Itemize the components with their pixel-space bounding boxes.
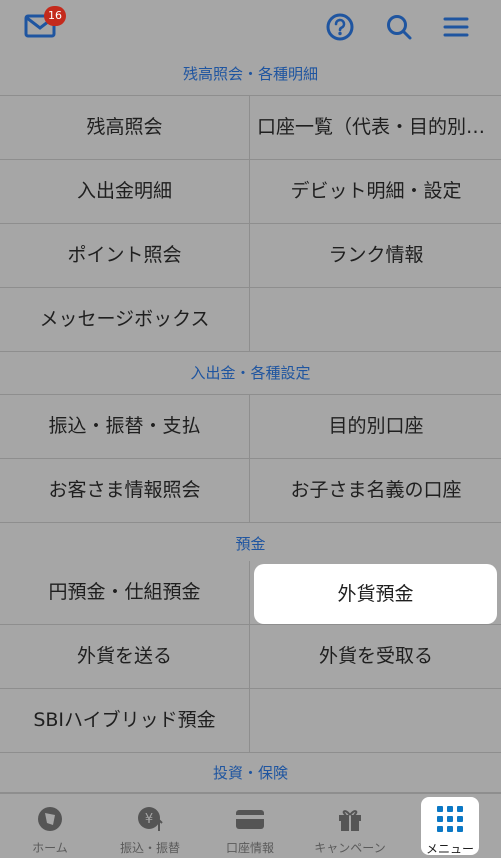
- card-icon: [235, 806, 265, 832]
- menu-row: お客さま情報照会 お子さま名義の口座: [0, 459, 501, 523]
- menu-item-points[interactable]: ポイント照会: [0, 224, 250, 287]
- menu-item-purpose-accounts[interactable]: 目的別口座: [251, 395, 501, 458]
- menu-row: 入出金明細 デビット明細・設定: [0, 160, 501, 224]
- tab-account-info[interactable]: 口座情報: [200, 794, 300, 858]
- menu-item-debit-details[interactable]: デビット明細・設定: [251, 160, 501, 223]
- menu-item-empty: [251, 689, 501, 752]
- top-bar: 16: [0, 0, 501, 53]
- hamburger-menu-icon[interactable]: [441, 12, 471, 42]
- menu-item-yen-deposit[interactable]: 円預金・仕組預金: [0, 561, 250, 624]
- menu-item-child-account[interactable]: お子さま名義の口座: [251, 459, 501, 522]
- menu-item-send-foreign-currency[interactable]: 外貨を送る: [0, 625, 250, 688]
- section-header-deposits: 預金: [0, 523, 501, 566]
- home-icon: [35, 806, 65, 832]
- menu-item-deposit-withdrawal-details[interactable]: 入出金明細: [0, 160, 250, 223]
- menu-item-account-list[interactable]: 口座一覧（代表・目的別口座）: [251, 96, 501, 159]
- section-header-balance: 残高照会・各種明細: [0, 53, 501, 96]
- notification-badge: 16: [44, 6, 66, 26]
- menu-item-transfer[interactable]: 振込・振替・支払: [0, 395, 250, 458]
- section-header-investment: 投資・保険: [0, 753, 501, 793]
- svg-text:¥: ¥: [145, 812, 153, 827]
- grid-menu-icon: [436, 805, 464, 833]
- menu-item-empty: [251, 288, 501, 351]
- tab-label: メニュー: [425, 842, 474, 856]
- menu-row: SBIハイブリッド預金: [0, 689, 501, 753]
- tab-label: ホーム: [32, 841, 68, 855]
- section-header-transfers: 入出金・各種設定: [0, 352, 501, 395]
- menu-item-rank-info[interactable]: ランク情報: [251, 224, 501, 287]
- menu-row: 振込・振替・支払 目的別口座: [0, 395, 501, 459]
- menu-item-foreign-currency-deposit[interactable]: 外貨預金: [254, 564, 497, 624]
- search-icon[interactable]: [384, 12, 414, 42]
- gift-icon: [335, 806, 365, 832]
- menu-item-customer-info[interactable]: お客さま情報照会: [0, 459, 250, 522]
- menu-row: 残高照会 口座一覧（代表・目的別口座）: [0, 96, 501, 160]
- tab-campaign[interactable]: キャンペーン: [300, 794, 400, 858]
- tab-menu[interactable]: メニュー: [421, 797, 479, 856]
- tab-home[interactable]: ホーム: [0, 794, 100, 858]
- tab-label: 振込・振替: [119, 841, 180, 855]
- menu-row: メッセージボックス: [0, 288, 501, 352]
- tab-label: キャンペーン: [314, 841, 386, 855]
- help-icon[interactable]: [325, 12, 355, 42]
- menu-row: ポイント照会 ランク情報: [0, 224, 501, 288]
- menu-item-message-box[interactable]: メッセージボックス: [0, 288, 250, 351]
- menu-item-hybrid-deposit[interactable]: SBIハイブリッド預金: [0, 689, 250, 752]
- menu-item-balance[interactable]: 残高照会: [0, 96, 250, 159]
- menu-item-receive-foreign-currency[interactable]: 外貨を受取る: [251, 625, 501, 688]
- menu-row: 外貨を送る 外貨を受取る: [0, 625, 501, 689]
- tab-label: 口座情報: [225, 841, 274, 855]
- transfer-icon: ¥: [135, 806, 165, 832]
- tab-transfer[interactable]: ¥ 振込・振替: [100, 794, 200, 858]
